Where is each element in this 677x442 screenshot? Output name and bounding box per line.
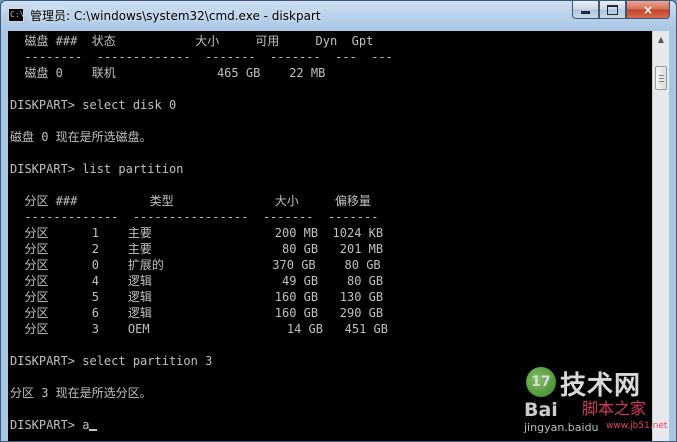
caption-buttons: × bbox=[572, 1, 670, 20]
console-line: DISKPART> list partition bbox=[10, 162, 184, 176]
console-line: -------- ------------- ------- ------- -… bbox=[10, 50, 393, 64]
grip-line bbox=[659, 78, 664, 79]
console-line: 分区 3 现在是所选分区。 bbox=[10, 386, 152, 400]
console-line: 分区 6 逻辑 160 GB 290 GB bbox=[10, 306, 384, 320]
console-line: 分区 4 逻辑 49 GB 80 GB bbox=[10, 274, 384, 288]
grip-line bbox=[659, 81, 664, 82]
close-button[interactable]: × bbox=[626, 1, 670, 19]
console-line: 磁盘 0 现在是所选磁盘。 bbox=[10, 130, 152, 144]
console-line: DISKPART> select partition 3 bbox=[10, 354, 213, 368]
console-line: 磁盘 0 联机 465 GB 22 MB bbox=[10, 66, 326, 80]
window-frame-right bbox=[669, 31, 676, 441]
maximize-icon bbox=[607, 4, 618, 15]
console-line: 分区 2 主要 80 GB 201 MB bbox=[10, 242, 384, 256]
title-bar[interactable]: C:\ 管理员: C:\windows\system32\cmd.exe - d… bbox=[1, 1, 676, 31]
scroll-up-button[interactable]: ▲ bbox=[653, 31, 669, 48]
minimize-button[interactable] bbox=[572, 1, 599, 19]
console-line: DISKPART> a bbox=[10, 417, 98, 433]
minimize-icon bbox=[581, 11, 590, 14]
cmd-icon[interactable]: C:\ bbox=[8, 8, 24, 22]
scrollbar-thumb[interactable] bbox=[655, 66, 667, 90]
grip-line bbox=[659, 75, 664, 76]
console-line: 磁盘 ### 状态 大小 可用 Dyn Gpt bbox=[10, 34, 374, 48]
console-line: DISKPART> select disk 0 bbox=[10, 98, 177, 112]
maximize-button[interactable] bbox=[599, 1, 626, 19]
vertical-scrollbar[interactable]: ▲ bbox=[652, 31, 669, 441]
chevron-up-icon: ▲ bbox=[657, 35, 665, 44]
console-line: 分区 0 扩展的 370 GB 80 GB bbox=[10, 258, 381, 272]
cmd-window: C:\ 管理员: C:\windows\system32\cmd.exe - d… bbox=[0, 0, 677, 442]
console-line: 分区 3 OEM 14 GB 451 GB bbox=[10, 322, 389, 336]
window-title: 管理员: C:\windows\system32\cmd.exe - diskp… bbox=[30, 9, 321, 23]
console-line: 分区 5 逻辑 160 GB 130 GB bbox=[10, 290, 384, 304]
console-line: 分区 1 主要 200 MB 1024 KB bbox=[10, 226, 384, 240]
console-output[interactable]: 磁盘 ### 状态 大小 可用 Dyn Gpt -------- -------… bbox=[8, 31, 652, 441]
text-cursor bbox=[89, 429, 98, 431]
console-line: ------------- ---------------- ------- -… bbox=[10, 210, 379, 224]
console-line: 分区 ### 类型 大小 偏移量 bbox=[10, 194, 371, 208]
close-icon: × bbox=[642, 2, 654, 17]
